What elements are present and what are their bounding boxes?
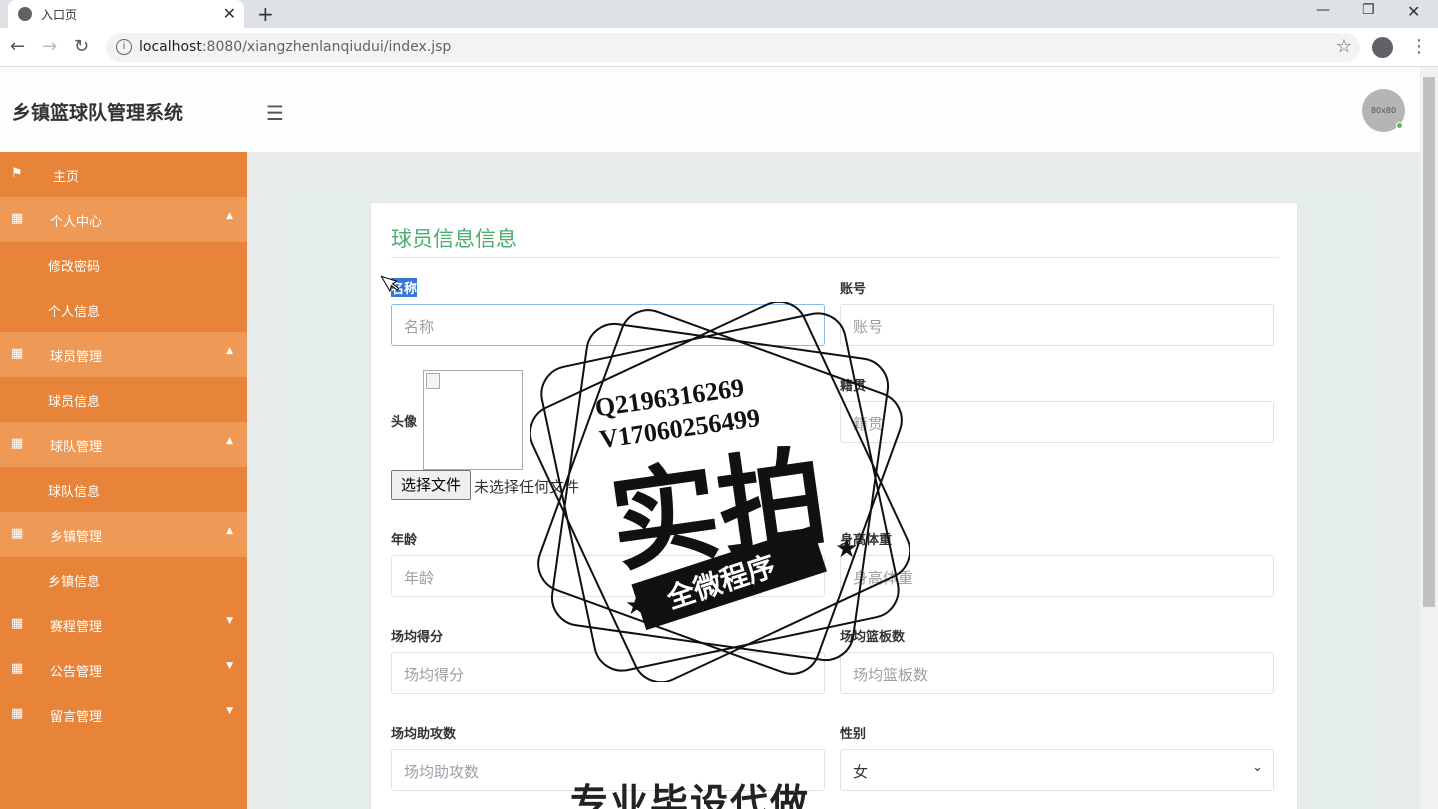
grid-icon: ▦ <box>11 661 24 676</box>
avg-score-label: 场均得分 <box>391 630 444 645</box>
sidebar-item-label: 修改密码 <box>48 260 101 275</box>
new-tab-icon[interactable]: + <box>257 2 274 26</box>
url-text[interactable]: localhost:8080/xiangzhenlanqiudui/index.… <box>139 39 451 55</box>
chevron-up-icon: ▲ <box>226 346 233 356</box>
sidebar-item-label: 球队管理 <box>50 440 103 455</box>
omnibox[interactable]: i localhost:8080/xiangzhenlanqiudui/inde… <box>106 33 1360 62</box>
watermark-bottom-text: 专业毕设代做 <box>570 781 811 809</box>
grid-icon: ▦ <box>11 526 24 541</box>
address-bar: ← → ↻ i localhost:8080/xiangzhenlanqiudu… <box>0 28 1438 67</box>
globe-icon <box>18 7 32 21</box>
sidebar-item-label: 个人中心 <box>50 215 103 230</box>
app-header: 乡镇篮球队管理系统 ☰ 80x80 <box>0 67 1420 152</box>
tab-title: 入口页 <box>41 8 78 22</box>
grid-icon: ▦ <box>11 211 24 226</box>
sidebar-item-town-mgmt[interactable]: ▦ 乡镇管理 ▲ <box>0 512 247 557</box>
account-label: 账号 <box>840 282 867 297</box>
app-title: 乡镇篮球队管理系统 <box>12 102 184 124</box>
gender-label: 性别 <box>840 727 867 742</box>
age-label: 年龄 <box>391 533 418 548</box>
sidebar-subitem-town-info[interactable]: 乡镇信息 <box>0 557 247 602</box>
sidebar-item-label: 球队信息 <box>48 485 101 500</box>
online-status-dot <box>1396 122 1403 129</box>
sidebar-item-personal-center[interactable]: ▦ 个人中心 ▲ <box>0 197 247 242</box>
close-tab-icon[interactable]: ✕ <box>223 4 236 23</box>
sidebar-item-player-mgmt[interactable]: ▦ 球员管理 ▲ <box>0 332 247 377</box>
browser-tab-bar: 入口页 ✕ + — ❐ ✕ <box>0 0 1438 28</box>
chevron-up-icon: ▲ <box>226 211 233 221</box>
sidebar-item-label: 留言管理 <box>50 710 103 725</box>
restore-icon[interactable]: ❐ <box>1362 2 1375 18</box>
sidebar-item-label: 赛程管理 <box>50 620 103 635</box>
flag-icon: ⚑ <box>11 166 23 181</box>
chevron-down-icon: ⌄ <box>1252 760 1263 775</box>
avatar-label: 头像 <box>391 415 418 430</box>
sidebar-item-team-mgmt[interactable]: ▦ 球队管理 ▲ <box>0 422 247 467</box>
sidebar-item-notice-mgmt[interactable]: ▦ 公告管理 ▼ <box>0 647 247 692</box>
reload-icon[interactable]: ↻ <box>74 36 89 57</box>
watermark-stamp: Q2196316269 V17060256499 实拍 全微程序 ★ ★ <box>530 302 910 682</box>
grid-icon: ▦ <box>11 346 24 361</box>
chevron-up-icon: ▲ <box>226 526 233 536</box>
chevron-down-icon: ▼ <box>226 661 233 671</box>
minimize-icon[interactable]: — <box>1316 2 1330 18</box>
choose-file-button[interactable]: 选择文件 <box>391 470 471 500</box>
sidebar-item-schedule-mgmt[interactable]: ▦ 赛程管理 ▼ <box>0 602 247 647</box>
gender-selected-value: 女 <box>853 763 869 781</box>
forward-icon[interactable]: → <box>42 36 57 57</box>
sidebar-item-label: 主页 <box>53 170 80 185</box>
sidebar: ⚑ 主页 ▦ 个人中心 ▲ 修改密码 个人信息 ▦ 球员管理 ▲ 球员信息 ▦ … <box>0 152 247 809</box>
grid-icon: ▦ <box>11 706 24 721</box>
page: 乡镇篮球队管理系统 ☰ 80x80 ⚑ 主页 ▦ 个人中心 ▲ 修改密码 个人信… <box>0 67 1420 809</box>
avatar-text: 80x80 <box>1370 106 1397 115</box>
sidebar-item-label: 乡镇管理 <box>50 530 103 545</box>
sidebar-item-message-mgmt[interactable]: ▦ 留言管理 ▼ <box>0 692 247 737</box>
page-scrollbar[interactable] <box>1420 67 1438 809</box>
broken-image-icon <box>426 373 440 389</box>
more-menu-icon[interactable]: ⋮ <box>1410 36 1428 57</box>
sidebar-item-label: 个人信息 <box>48 305 101 320</box>
bookmark-star-icon[interactable]: ☆ <box>1336 36 1352 57</box>
sidebar-item-label: 球员信息 <box>48 395 101 410</box>
avg-assist-label: 场均助攻数 <box>391 727 457 742</box>
svg-text:★: ★ <box>625 591 648 621</box>
sidebar-item-label: 乡镇信息 <box>48 575 101 590</box>
sidebar-subitem-player-info[interactable]: 球员信息 <box>0 377 247 422</box>
sidebar-item-label: 公告管理 <box>50 665 103 680</box>
form-title: 球员信息信息 <box>391 227 517 251</box>
info-icon[interactable]: i <box>116 39 132 55</box>
close-window-icon[interactable]: ✕ <box>1407 2 1420 21</box>
back-icon[interactable]: ← <box>10 36 25 57</box>
account-icon[interactable] <box>1372 37 1393 58</box>
chevron-down-icon: ▼ <box>226 616 233 626</box>
sidebar-item-home[interactable]: ⚑ 主页 <box>0 152 247 197</box>
scrollbar-thumb[interactable] <box>1423 77 1435 607</box>
avatar[interactable]: 80x80 <box>1362 89 1405 132</box>
svg-text:★: ★ <box>835 534 858 564</box>
sidebar-subitem-change-password[interactable]: 修改密码 <box>0 242 247 287</box>
grid-icon: ▦ <box>11 436 24 451</box>
avatar-preview-image <box>423 370 523 470</box>
gender-select[interactable]: 女 ⌄ <box>840 749 1274 791</box>
grid-icon: ▦ <box>11 616 24 631</box>
chevron-up-icon: ▲ <box>226 436 233 446</box>
sidebar-subitem-personal-info[interactable]: 个人信息 <box>0 287 247 332</box>
chevron-down-icon: ▼ <box>226 706 233 716</box>
title-divider <box>391 257 1279 258</box>
sidebar-item-label: 球员管理 <box>50 350 103 365</box>
browser-tab[interactable]: 入口页 ✕ <box>8 0 244 28</box>
menu-toggle-icon[interactable]: ☰ <box>266 101 284 125</box>
sidebar-subitem-team-info[interactable]: 球队信息 <box>0 467 247 512</box>
